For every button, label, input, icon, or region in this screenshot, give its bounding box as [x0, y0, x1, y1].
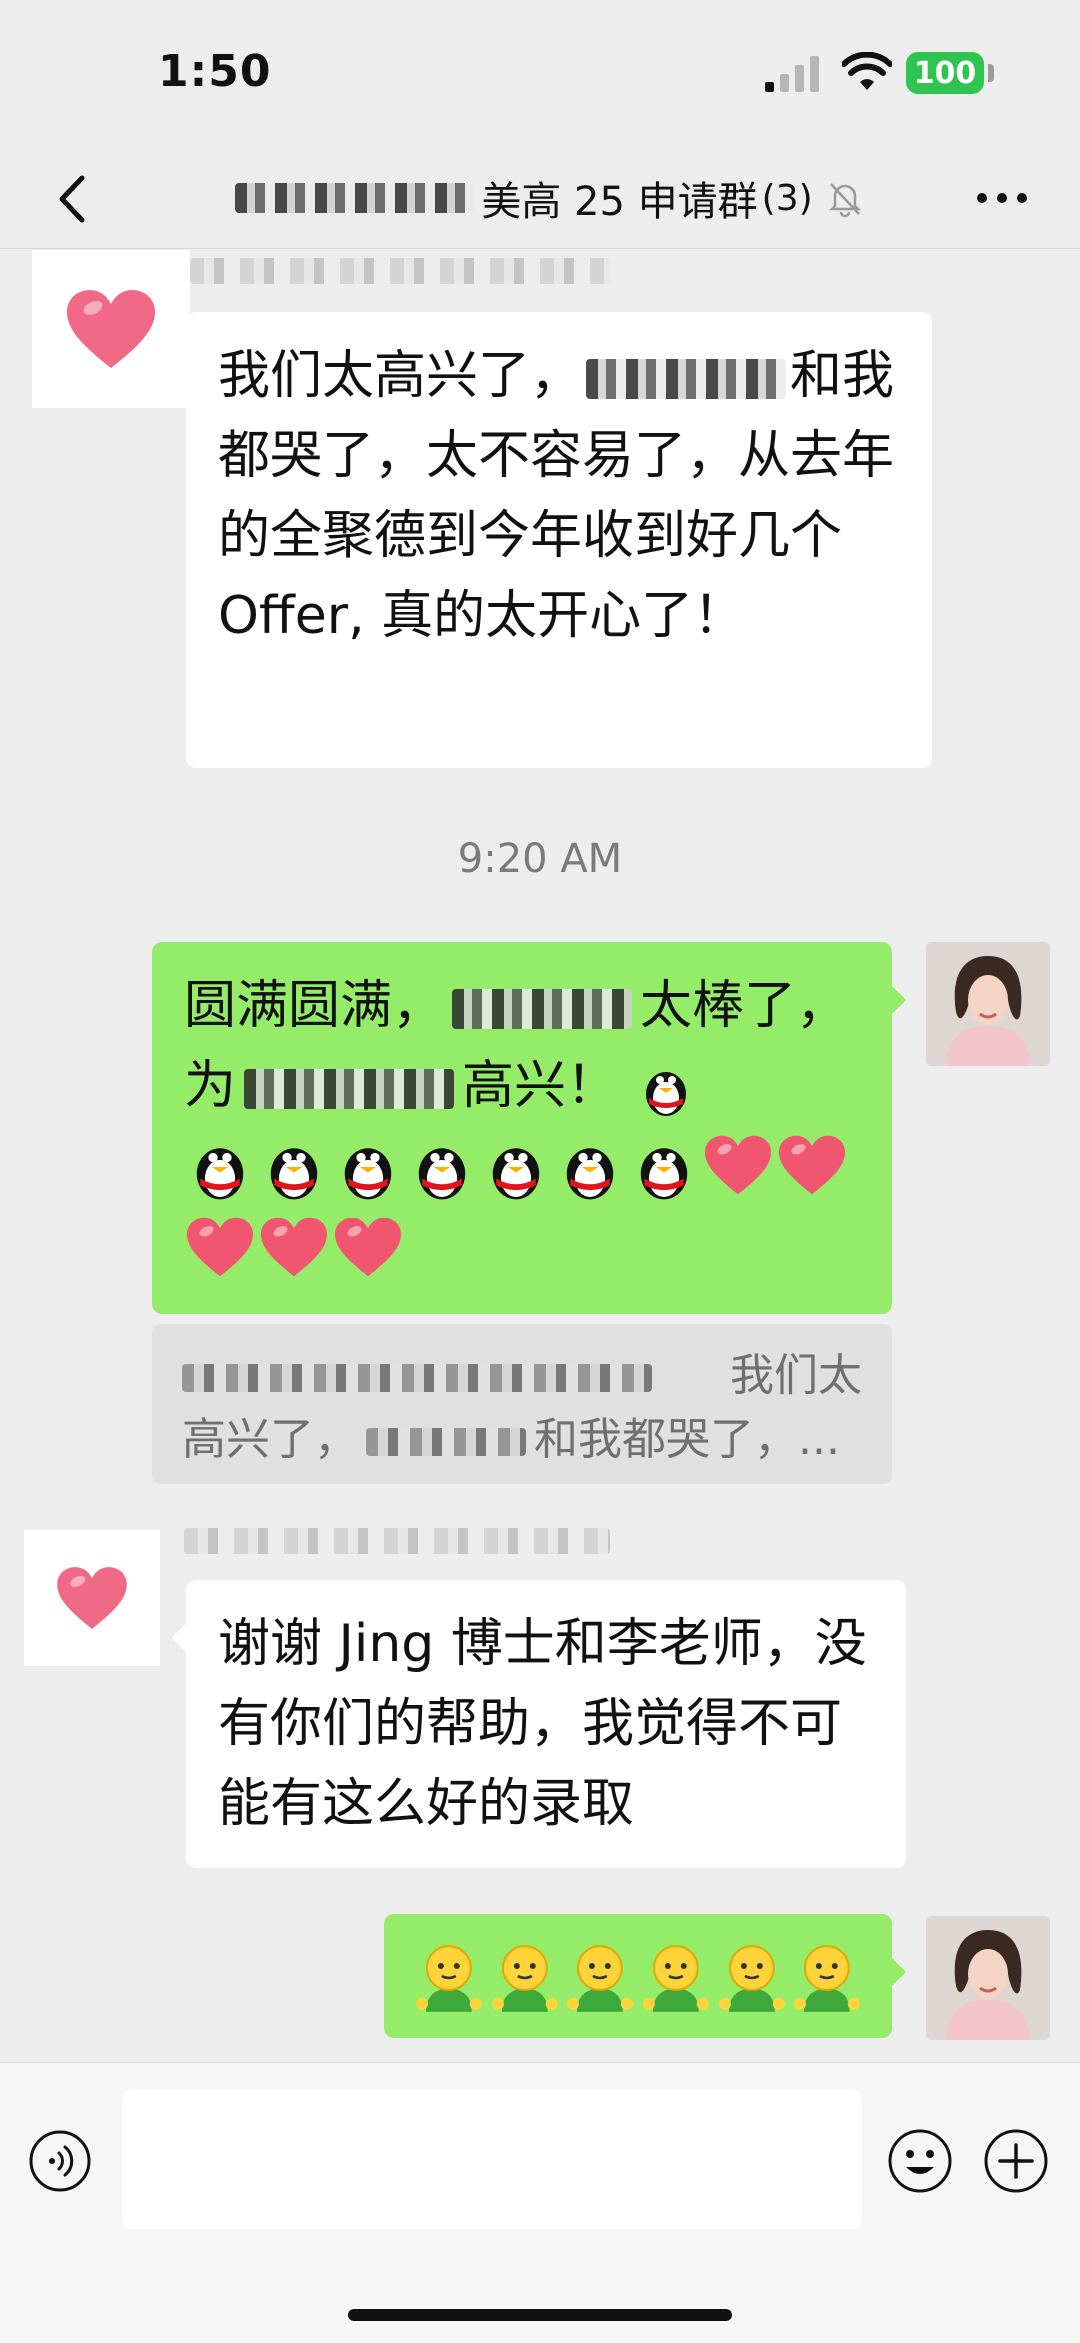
- avatar-self[interactable]: [926, 942, 1050, 1066]
- redacted-name: [586, 359, 787, 399]
- penguin-emoji-icon: [196, 1148, 244, 1200]
- message-bubble-self[interactable]: 圆满圆满， 太棒了，为 高兴！: [152, 942, 906, 1314]
- plus-icon[interactable]: [982, 2127, 1050, 2195]
- penguin-emoji-icon: [640, 1148, 688, 1200]
- penguin-emoji-icon: [492, 1148, 540, 1200]
- wifi-icon: [842, 52, 892, 90]
- message-input[interactable]: [122, 2089, 862, 2229]
- chat-title[interactable]: 美高 25 申请群 (3): [160, 168, 940, 228]
- emoji-row: [184, 1132, 860, 1204]
- message-text: 高兴！: [462, 1056, 619, 1116]
- status-bar: 1:50 100: [0, 0, 1080, 150]
- penguin-emoji-icon: [418, 1148, 466, 1200]
- battery-tip: [988, 64, 994, 82]
- quoted-message[interactable]: 我们太 高兴了， 和我都哭了，...: [152, 1324, 892, 1484]
- message-text: 谢谢 Jing 博士和李老师，没有你们的帮助，我觉得不可能有这么好的录取: [218, 1614, 867, 1834]
- smiley-emoji-icon: [718, 1945, 785, 2012]
- smiley-emoji-icon: [794, 1945, 861, 2012]
- redacted-name: [184, 1528, 610, 1554]
- heart-emoji-icon: [705, 1135, 771, 1195]
- redacted-name: [190, 258, 610, 284]
- quote-line: 高兴了， 和我都哭了，...: [182, 1408, 862, 1472]
- penguin-emoji-icon: [645, 1072, 686, 1116]
- heart-icon: [57, 1567, 127, 1629]
- quote-text: 和我都哭了，...: [534, 1414, 840, 1465]
- redacted-name: [366, 1428, 526, 1456]
- emoji-icon[interactable]: [886, 2127, 954, 2195]
- smiley-emoji-icon: [491, 1945, 558, 2012]
- signal-icon: [765, 56, 819, 92]
- voice-icon[interactable]: [28, 2129, 92, 2193]
- heart-emoji-icon: [261, 1217, 327, 1277]
- heart-icon: [67, 290, 155, 368]
- message-bubble[interactable]: 我们太高兴了， 和我都哭了，太不容易了，从去年的全聚德到今年收到好几个 Offer…: [172, 312, 932, 768]
- chat-header: 美高 25 申请群 (3): [0, 150, 1080, 249]
- message-bubble[interactable]: 谢谢 Jing 博士和李老师，没有你们的帮助，我觉得不可能有这么好的录取: [172, 1580, 906, 1868]
- avatar-sender[interactable]: [32, 250, 190, 408]
- smiley-emoji-icon: [567, 1945, 634, 2012]
- emoji-row: [414, 1940, 862, 2012]
- input-bar: [0, 2062, 1080, 2343]
- sender-name: [190, 258, 610, 298]
- penguin-emoji-icon: [344, 1148, 392, 1200]
- member-count: (3): [761, 177, 813, 219]
- status-time: 1:50: [158, 46, 272, 97]
- home-indicator: [348, 2309, 732, 2321]
- penguin-emoji-icon: [270, 1148, 318, 1200]
- redacted-name: [244, 1069, 455, 1109]
- smiley-emoji-icon: [415, 1945, 482, 2012]
- quote-text: 我们太: [730, 1350, 862, 1401]
- penguin-emoji-icon: [566, 1148, 614, 1200]
- redacted-name: [452, 989, 633, 1029]
- chat-title-text: 美高 25 申请群: [481, 179, 758, 225]
- message-bubble-self[interactable]: [384, 1914, 906, 2038]
- heart-emoji-icon: [187, 1217, 253, 1277]
- message-text: 圆满圆满，: [184, 976, 445, 1036]
- redacted-name: [182, 1364, 652, 1392]
- avatar-self[interactable]: [926, 1916, 1050, 2040]
- sender-name: [184, 1528, 610, 1568]
- profile-photo: [926, 942, 1050, 1066]
- message-text: 我们太高兴了，: [218, 346, 583, 406]
- chevron-left-icon[interactable]: [40, 164, 110, 234]
- bell-slash-icon: [828, 183, 861, 218]
- avatar-sender[interactable]: [24, 1530, 160, 1666]
- quote-text: 高兴了，: [182, 1414, 358, 1465]
- smiley-emoji-icon: [643, 1945, 709, 2012]
- timestamp: 9:20 AM: [457, 836, 623, 882]
- heart-emoji-icon: [335, 1217, 401, 1277]
- message-text-row: 圆满圆满， 太棒了，为 高兴！: [184, 966, 860, 1126]
- quote-line: 我们太: [182, 1344, 862, 1408]
- profile-photo: [926, 1916, 1050, 2040]
- emoji-row: [184, 1214, 860, 1280]
- redacted-group-name: [235, 183, 476, 213]
- more-icon[interactable]: [972, 178, 1032, 218]
- heart-emoji-icon: [779, 1135, 845, 1195]
- battery-indicator: 100: [906, 52, 984, 94]
